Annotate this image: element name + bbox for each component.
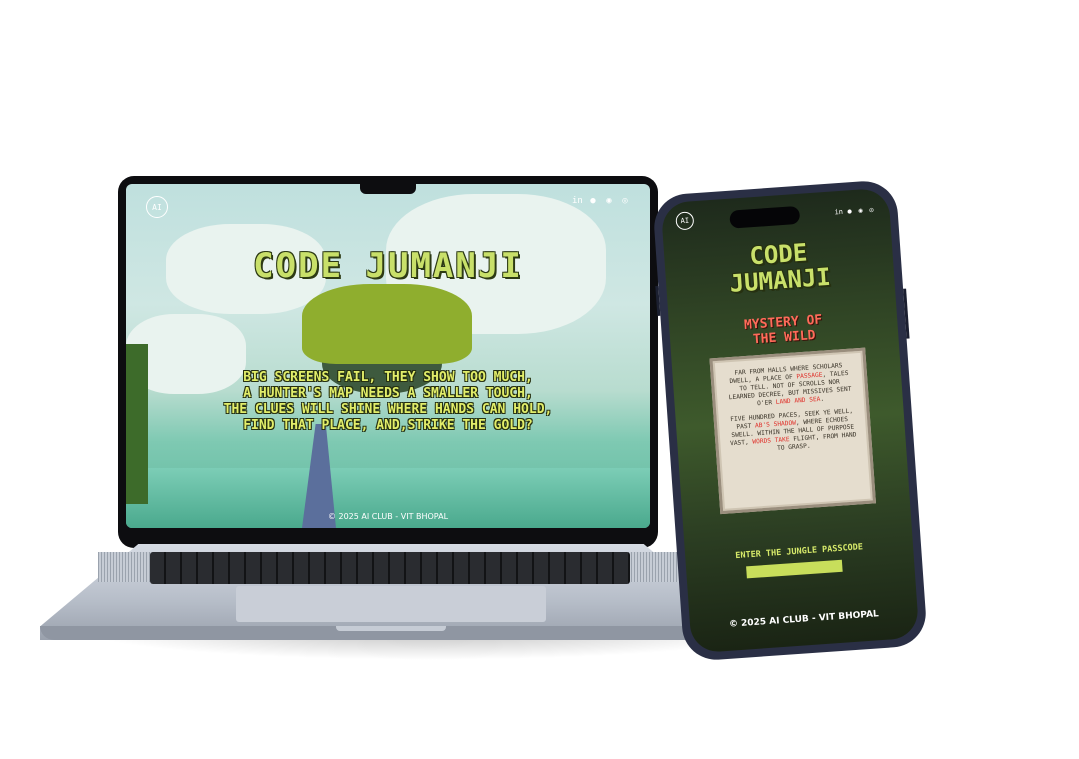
social-links: in ● ◉ ◎ [572,196,630,206]
parchment-scroll: FAR FROM HALLS WHERE SCHOLARS DWELL, A P… [709,347,876,515]
poem-line: THE CLUES WILL SHINE WHERE HANDS CAN HOL… [223,402,553,417]
phone-screen: AI in ● ◉ ◎ CODE JUMANJI MYSTERY OF THE … [660,187,920,654]
floating-island [302,284,472,364]
discord-icon[interactable]: ◉ [604,196,614,206]
poem-line: BIG SCREENS FAIL, THEY SHOW TOO MUCH, [243,370,533,385]
keyboard [150,552,630,584]
github-icon[interactable]: ● [845,206,854,215]
footer-copyright: © 2025 AI CLUB - VIT BHOPAL [327,512,449,521]
instagram-icon[interactable]: ◎ [620,196,630,206]
ai-club-logo[interactable]: AI [675,211,695,231]
instagram-icon[interactable]: ◎ [867,205,876,214]
dynamic-island [729,205,801,229]
laptop-screen: AI in ● ◉ ◎ CODE JUMANJI BIG SCREENS FAI… [126,184,650,528]
phone: AI in ● ◉ ◎ CODE JUMANJI MYSTERY OF THE … [652,179,928,662]
trackpad [236,586,546,622]
laptop-notch [360,184,416,194]
github-icon[interactable]: ● [588,196,598,206]
laptop-lip [336,626,446,631]
page-subtitle: MYSTERY OF THE WILD [669,307,899,353]
passcode-input[interactable] [746,559,843,579]
riddle-stanza: FAR FROM HALLS WHERE SCHOLARS DWELL, A P… [723,361,855,410]
speaker-grille-right [622,552,682,582]
stanza-text: . [820,395,825,403]
linkedin-icon[interactable]: in [834,207,843,217]
riddle-stanza: FIVE HUNDRED PACES, SEEK YE WELL, PAST A… [727,407,859,456]
passcode-label: ENTER THE JUNGLE PASSCODE [735,542,864,562]
poem-line: FIND THAT PLACE, AND,STRIKE THE GOLD? [243,418,533,433]
speaker-grille-left [98,552,158,582]
logo-text: AI [680,216,690,226]
ai-club-logo[interactable]: AI [146,196,168,218]
page-title: CODE JUMANJI [253,246,523,286]
social-links: in ● ◉ ◎ [834,205,876,217]
logo-text: AI [152,202,162,212]
footer-copyright: © 2025 AI CLUB - VIT BHOPAL [728,609,880,630]
riddle-poem: BIG SCREENS FAIL, THEY SHOW TOO MUCH, A … [126,370,650,434]
linkedin-icon[interactable]: in [572,196,583,206]
poem-line: A HUNTER'S MAP NEEDS A SMALLER TOUCH, [243,386,533,401]
page-title: CODE JUMANJI [664,233,895,301]
discord-icon[interactable]: ◉ [856,205,865,214]
